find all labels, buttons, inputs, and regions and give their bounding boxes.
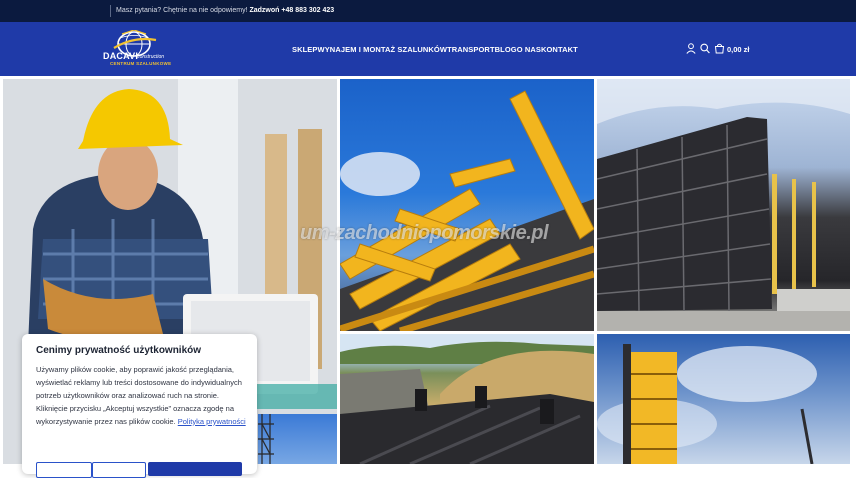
nav-item-wynajem[interactable]: WYNAJEM I MONTAŻ SZALUNKÓW: [318, 45, 448, 54]
header-actions: [686, 43, 725, 54]
cart-icon[interactable]: [714, 43, 725, 54]
foundation-illustration: [340, 334, 594, 464]
cookie-customize-button[interactable]: [36, 462, 92, 478]
cart-total[interactable]: 0,00 zł: [727, 45, 750, 54]
watermark-text: um-zachodniopomorskie.pl: [300, 222, 549, 244]
cookie-title: Cenimy prywatność użytkowników: [36, 345, 202, 356]
cookie-text: Używamy plików cookie, aby poprawić jako…: [36, 364, 248, 429]
logo-sub: Construction: [136, 54, 165, 60]
main-navigation: SKLEP WYNAJEM I MONTAŻ SZALUNKÓW TRANSPO…: [292, 45, 578, 54]
wall-illustration: [597, 79, 850, 331]
logo-name: DACAVI: [103, 51, 139, 61]
cookie-accept-button[interactable]: [148, 462, 242, 476]
nav-item-sklep[interactable]: SKLEP: [292, 45, 318, 54]
search-icon[interactable]: [700, 43, 710, 54]
call-label: Zadzwoń: [249, 7, 280, 14]
scaffold-illustration: [258, 414, 274, 464]
formwork-wall-photo[interactable]: [597, 79, 850, 331]
nav-item-blog[interactable]: BLOG: [495, 45, 517, 54]
cookie-consent-dialog: Cenimy prywatność użytkowników Używamy p…: [22, 334, 257, 478]
user-icon[interactable]: [686, 43, 696, 54]
contact-message: Masz pytania? Chętnie na nie odpowiemy! …: [116, 7, 334, 14]
site-logo[interactable]: DACAVI Construction CENTRUM SZALUNKOWE: [100, 30, 174, 70]
nav-item-o-nas[interactable]: O NAS: [517, 45, 541, 54]
formwork-beams-photo[interactable]: [340, 79, 594, 331]
cookie-reject-button[interactable]: [92, 462, 146, 478]
site-header: DACAVI Construction CENTRUM SZALUNKOWE S…: [0, 22, 856, 76]
foundation-photo[interactable]: [340, 334, 594, 464]
privacy-policy-link[interactable]: Polityka prywatności: [178, 417, 246, 426]
nav-item-kontakt[interactable]: KONTAKT: [541, 45, 578, 54]
logo-tagline: CENTRUM SZALUNKOWE: [110, 61, 172, 66]
phone-number[interactable]: +48 883 302 423: [281, 7, 334, 14]
beams-illustration: [340, 90, 594, 331]
nav-item-transport[interactable]: TRANSPORT: [447, 45, 495, 54]
panels-illustration: [597, 344, 817, 464]
contact-question: Masz pytania? Chętnie na nie odpowiemy!: [116, 7, 248, 14]
top-info-bar: Masz pytania? Chętnie na nie odpowiemy! …: [0, 0, 856, 22]
scaffold-photo[interactable]: [258, 414, 337, 464]
formwork-panels-photo[interactable]: [597, 334, 850, 464]
topbar-divider: [110, 5, 111, 17]
